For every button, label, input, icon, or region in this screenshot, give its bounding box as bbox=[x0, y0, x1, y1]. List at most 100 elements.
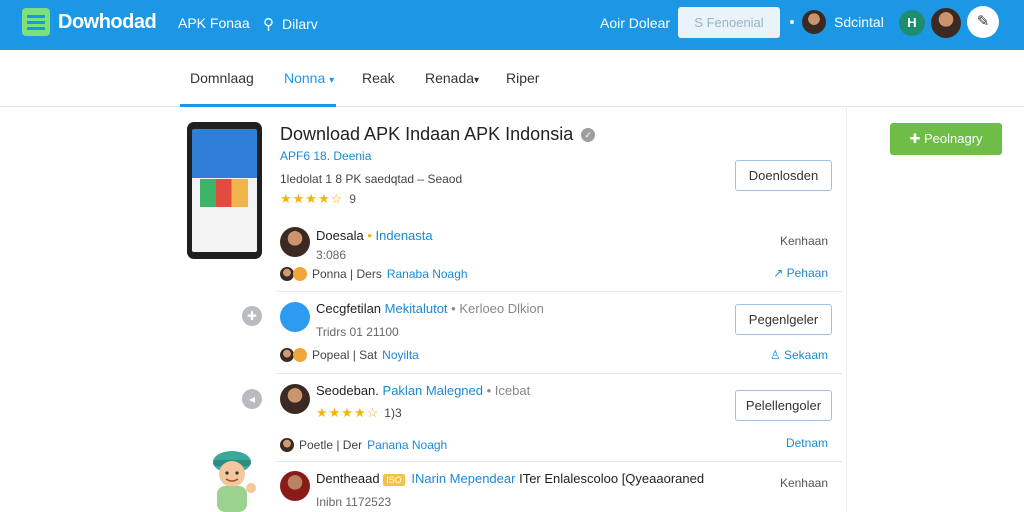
nav-search-label: Dilarv bbox=[282, 16, 318, 32]
row-foot-link[interactable]: Panana Noagh bbox=[367, 438, 447, 452]
tab-nonna[interactable]: Nonna ▾ bbox=[284, 70, 334, 86]
follow-button-label: Peolnagry bbox=[923, 131, 983, 146]
expand-icon[interactable]: ◂ bbox=[242, 389, 262, 409]
row-footer: Ponna | Ders Ranaba Noagh bbox=[280, 267, 468, 281]
row-foot-text: Poetle | Der bbox=[299, 438, 363, 452]
tab-renada-label: Renada bbox=[425, 70, 475, 86]
separator-dot bbox=[790, 20, 794, 24]
row-title: Cecgfetilan Mekitalutot • Kerloeo Dlkion bbox=[316, 301, 544, 316]
row-title-text: Cecgfetilan bbox=[316, 301, 382, 316]
tab-download[interactable]: Domnlaag bbox=[190, 70, 254, 86]
rating-count: 1)3 bbox=[384, 406, 402, 420]
star-rating-icon: ★★★★☆ bbox=[316, 405, 380, 420]
search-icon: ⚲ bbox=[263, 16, 274, 33]
chat-icon[interactable]: ✎ bbox=[967, 6, 999, 38]
avatar bbox=[802, 10, 826, 34]
tab-reak[interactable]: Reak bbox=[362, 70, 395, 86]
row-title-link[interactable]: Paklan Malegned bbox=[383, 383, 483, 398]
row-title-link[interactable]: Mekitalutot bbox=[385, 301, 448, 316]
row-foot-link[interactable]: Ranaba Noagh bbox=[387, 267, 468, 281]
row-right-label: Kenhaan bbox=[779, 476, 828, 490]
active-tab-indicator bbox=[180, 104, 336, 107]
avatar bbox=[280, 384, 310, 414]
row-rating: ★★★★☆ 1)3 bbox=[316, 405, 402, 421]
row-right-link-text: Pehaan bbox=[786, 266, 828, 280]
avatar bbox=[293, 267, 307, 281]
list-item[interactable]: Dentheaad ISO INarin Mependear ITer Enla… bbox=[276, 462, 842, 512]
app-title-text: Download APK Indaan APK Indonsia bbox=[280, 124, 574, 144]
tab-bar: Domnlaag Nonna ▾ Reak Renada▾ Riper bbox=[0, 55, 1024, 107]
app-rating: ★★★★☆ 9 bbox=[280, 191, 356, 207]
top-bar: Dowhodad APK Fonaa ⚲ Dilarv Aoir Dolear … bbox=[0, 0, 1024, 50]
row-title: Dentheaad ISO INarin Mependear ITer Enla… bbox=[316, 471, 704, 486]
row-title-text: Seodeban. bbox=[316, 383, 379, 398]
row-date: Tridrs 01 21100 bbox=[316, 325, 399, 339]
row-foot-text: Ponna | Ders bbox=[312, 267, 382, 281]
app-subtitle: 1ledolat 1 8 PK saedqtad – Seaod bbox=[280, 172, 463, 186]
app-screen-image bbox=[192, 129, 257, 252]
logo-icon bbox=[22, 8, 50, 36]
nav-about-link[interactable]: Aoir Dolear bbox=[600, 15, 670, 31]
follow-button[interactable]: ✚ Peolnagry bbox=[890, 123, 1002, 155]
app-badge-icon[interactable]: H bbox=[899, 10, 925, 36]
app-meta[interactable]: APF6 18. Deenia bbox=[280, 149, 371, 163]
page-title: Download APK Indaan APK Indonsia ✓ bbox=[280, 124, 596, 145]
row-tag-badge: ISO bbox=[383, 474, 405, 486]
row-title: Doesala • Indenasta bbox=[316, 228, 433, 243]
row-right-link[interactable]: ↗ Pehaan bbox=[773, 266, 828, 280]
nav-search-link[interactable]: ⚲ Dilarv bbox=[263, 15, 318, 33]
row-footer: Popeal | Sat Noyilta bbox=[280, 348, 419, 362]
avatar bbox=[293, 348, 307, 362]
avatar bbox=[280, 227, 310, 257]
row-foot-text: Popeal | Sat bbox=[312, 348, 378, 362]
arrow-icon: ↗ bbox=[773, 266, 784, 280]
row-title-meta: • Kerloeo Dlkion bbox=[451, 301, 544, 316]
add-icon[interactable]: ✚ bbox=[242, 306, 262, 326]
row-right-link[interactable]: ♙ Sekaam bbox=[770, 348, 828, 362]
verified-icon: ✓ bbox=[581, 127, 596, 142]
row-title-link[interactable]: Indenasta bbox=[376, 228, 433, 243]
tab-renada[interactable]: Renada▾ bbox=[425, 70, 479, 86]
row-date: Inibn 1172523 bbox=[316, 495, 392, 509]
user-name: Sdcintal bbox=[834, 14, 884, 30]
logo[interactable]: Dowhodad bbox=[22, 8, 157, 36]
row-foot-link[interactable]: Noyilta bbox=[382, 348, 419, 362]
row-title-text: Dentheaad bbox=[316, 471, 380, 486]
search-input[interactable]: S Fenoenial bbox=[678, 7, 780, 38]
list-item[interactable]: Cecgfetilan Mekitalutot • Kerloeo Dlkion… bbox=[276, 292, 842, 374]
star-rating-icon: ★★★★☆ bbox=[280, 191, 344, 206]
plus-icon: ✚ bbox=[909, 131, 921, 146]
list-item[interactable]: Seodeban. Paklan Malegned • Icebat ★★★★☆… bbox=[276, 374, 842, 462]
download-button[interactable]: Doenlosden bbox=[735, 160, 832, 191]
row-title-meta: ITer Enlalescoloo [Qyeaaoraned bbox=[519, 471, 705, 486]
tab-riper[interactable]: Riper bbox=[506, 70, 539, 86]
nav-apk-link[interactable]: APK Fonaa bbox=[178, 15, 250, 31]
row-right-link[interactable]: Detnam bbox=[786, 436, 828, 450]
row-action-button[interactable]: Pelellengoler bbox=[735, 390, 832, 421]
divider bbox=[846, 108, 847, 512]
avatar bbox=[280, 267, 294, 281]
row-footer: Poetle | Der Panana Noagh bbox=[280, 438, 447, 452]
app-screenshot[interactable] bbox=[187, 122, 262, 259]
row-date: 3:086 bbox=[316, 248, 347, 262]
avatar bbox=[280, 348, 294, 362]
row-title-meta: • Icebat bbox=[486, 383, 531, 398]
row-right-label: Kenhaan bbox=[779, 234, 828, 248]
row-title-text: Doesala bbox=[316, 228, 364, 243]
mascot-illustration bbox=[213, 451, 256, 512]
row-action-button[interactable]: Pegenlgeler bbox=[735, 304, 832, 335]
profile-avatar[interactable] bbox=[931, 8, 961, 38]
list-item[interactable]: Doesala • Indenasta 3:086 Ponna | Ders R… bbox=[276, 220, 842, 292]
rating-count: 9 bbox=[349, 192, 356, 206]
logo-text: Dowhodad bbox=[58, 10, 157, 33]
avatar bbox=[280, 438, 294, 452]
user-menu[interactable]: Sdcintal bbox=[790, 10, 884, 34]
avatar bbox=[280, 471, 310, 501]
row-title-link[interactable]: INarin Mependear bbox=[411, 471, 515, 486]
chevron-down-icon: ▾ bbox=[329, 75, 335, 86]
person-icon: ♙ bbox=[769, 348, 781, 362]
row-title: Seodeban. Paklan Malegned • Icebat bbox=[316, 383, 530, 398]
app-icon bbox=[280, 302, 310, 332]
separator-dot: • bbox=[367, 228, 372, 243]
row-right-link-text: Sekaam bbox=[783, 348, 828, 362]
